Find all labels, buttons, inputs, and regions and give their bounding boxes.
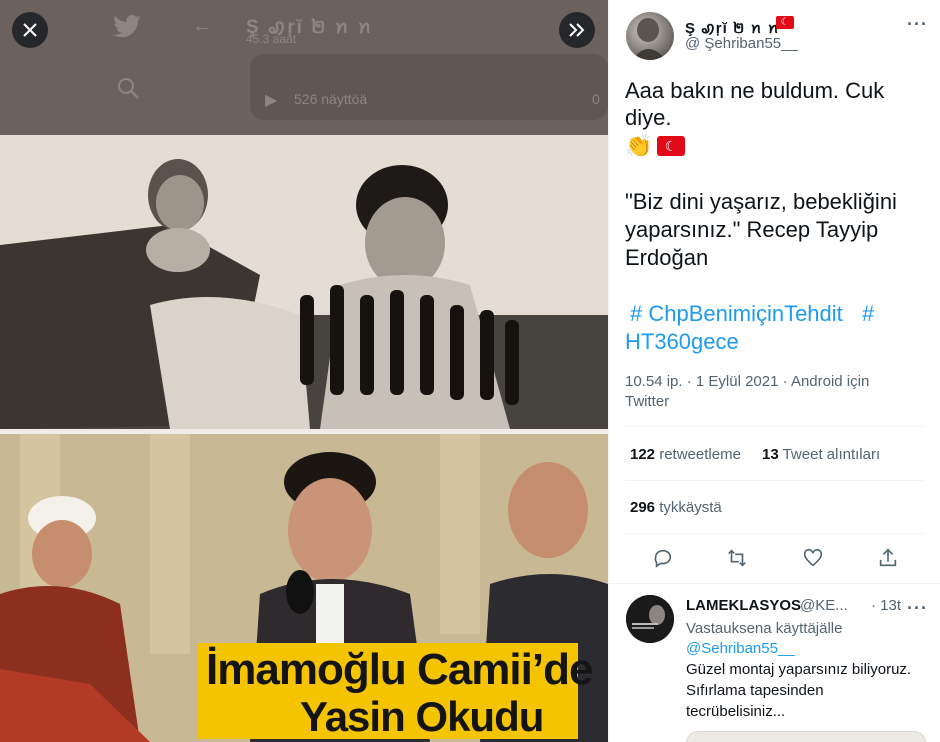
tweet-timestamp[interactable]: 10.54 ip. · 1 Eylül 2021 · Android için: [625, 373, 869, 390]
tweet-quote-line-1: "Biz dini yaşarız, bebekliğini: [625, 189, 897, 214]
divider: [625, 426, 925, 427]
reply-to-user-link[interactable]: @Sehriban55__: [686, 640, 795, 657]
reply-more-options-icon[interactable]: ···: [907, 598, 928, 619]
reply-text-line-3: tecrübelisiniz...: [686, 703, 786, 720]
tweet-panel: Ş ꩉŗĭ ២ ꪀ ꪀ ☾ @ Şehriban55__ ··· Aaa bak…: [608, 0, 940, 742]
reply-author-name[interactable]: LAMEKLASYOS: [686, 597, 801, 614]
reply-time[interactable]: · 13t: [871, 597, 901, 614]
tweet-text-line-2: diye.: [625, 105, 672, 130]
close-icon: [23, 23, 37, 37]
tweet-quote-line-2: yaparsınız." Recep Tayyip: [625, 217, 879, 242]
divider: [625, 533, 925, 534]
divider: [609, 583, 940, 584]
background-views-right: 0: [592, 91, 600, 107]
turkey-flag-emoji: ☾: [657, 136, 685, 156]
hashtag-link-ht360-prefix[interactable]: #: [862, 300, 874, 328]
share-icon: [879, 548, 897, 567]
reply-to-label: Vastauksena käyttäjälle: [686, 620, 843, 637]
likes-stat[interactable]: 296 tykkäystä: [630, 499, 722, 516]
double-chevron-right-icon: [569, 23, 585, 37]
clapping-hands-emoji: 👏: [625, 133, 653, 158]
likes-count: 296: [630, 499, 656, 516]
turkey-flag-icon: ☾: [776, 16, 794, 29]
reply-text-line-2: Sıfırlama tapesinden: [686, 682, 824, 699]
quotes-label: Tweet alıntıları: [782, 446, 881, 463]
quotes-stat[interactable]: 13 Tweet alıntıları: [762, 446, 880, 463]
share-button[interactable]: [877, 547, 901, 571]
like-button[interactable]: [802, 547, 826, 571]
likes-label: tykkäystä: [659, 499, 722, 516]
search-icon: [118, 78, 139, 99]
back-arrow-icon: ←: [192, 15, 212, 37]
reply-button[interactable]: [652, 547, 676, 571]
reply-text-line-1: Güzel montaj yaparsınız biliyoruz.: [686, 661, 912, 678]
twitter-bird-icon: [113, 15, 141, 38]
avatar[interactable]: [626, 12, 674, 60]
avatar-image: [632, 18, 666, 60]
caption-line-1: İmamoğlu Camii’de: [206, 645, 593, 694]
background-video-card: [250, 54, 608, 120]
retweet-button[interactable]: [726, 547, 750, 571]
background-time: 45.3 aaat: [246, 32, 297, 46]
background-views: 526 näyttöä: [294, 91, 368, 107]
username[interactable]: @ Şehriban55__: [685, 35, 798, 52]
play-icon: ▶: [265, 92, 278, 109]
media-viewer: ← Ş ꩉŗĭ ២ ꪀ ꪀ 45.3 aaat ▶ 526 näyttöä 0: [0, 0, 608, 742]
divider: [625, 480, 925, 481]
retweets-stat[interactable]: 122 retweetleme: [630, 446, 741, 463]
reply-avatar-image: [626, 595, 674, 643]
tweet-quote-line-3: Erdoğan: [625, 245, 709, 270]
heart-icon: [803, 548, 823, 567]
expand-panel-button[interactable]: [559, 12, 595, 48]
quotes-count: 13: [762, 446, 779, 463]
reply-author-handle[interactable]: @KE...: [800, 597, 848, 614]
retweets-label: retweetleme: [659, 446, 741, 463]
close-button[interactable]: [12, 12, 48, 48]
retweets-count: 122: [630, 446, 656, 463]
vintage-photo-illustration: [0, 135, 608, 429]
hashtag-link-chp[interactable]: # ChpBenimiçinTehdit: [630, 300, 843, 328]
background-timeline: ← Ş ꩉŗĭ ២ ꪀ ꪀ 45.3 aaat ▶ 526 näyttöä 0: [0, 0, 608, 135]
reply-icon: [654, 549, 672, 568]
tweet-source[interactable]: Twitter: [625, 393, 669, 410]
tweet-text-line-1: Aaa bakın ne buldum. Cuk: [625, 78, 885, 103]
retweet-icon: [728, 549, 746, 567]
caption-line-2: Yasin Okudu: [300, 693, 544, 740]
vintage-photo: [0, 135, 608, 429]
hashtag-link-ht360[interactable]: HT360gece: [625, 328, 739, 356]
reply-media-preview[interactable]: [686, 731, 926, 742]
reply-avatar[interactable]: [626, 595, 674, 643]
more-options-icon[interactable]: ···: [907, 14, 928, 35]
